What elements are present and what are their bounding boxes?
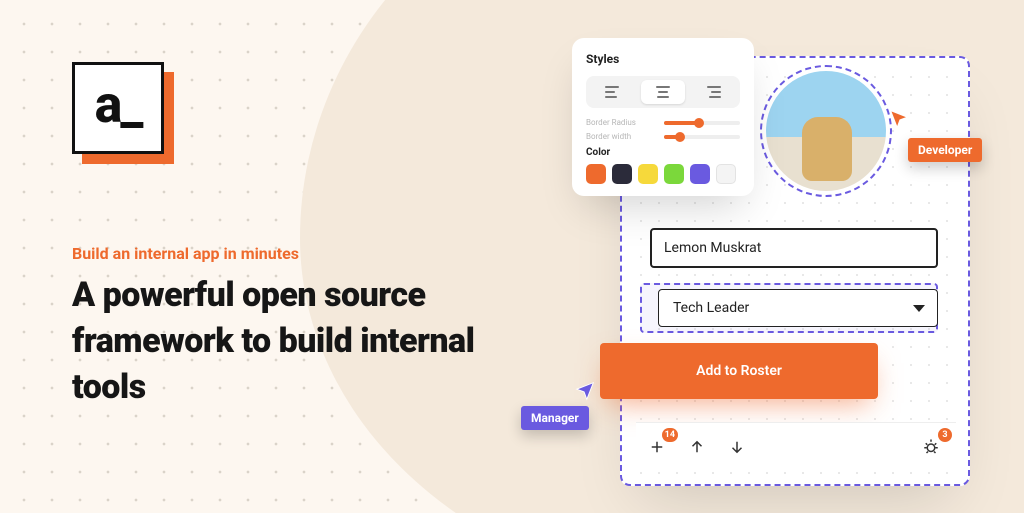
hero-eyebrow: Build an internal app in minutes [72,244,552,263]
logo: a_ [72,62,164,154]
swatch-4[interactable] [690,164,710,184]
border-radius-label: Border Radius [586,118,636,127]
text-align-group [586,76,740,108]
bug-count-badge: 3 [938,428,952,442]
border-width-slider[interactable] [664,135,740,139]
name-input-value: Lemon Muskrat [664,240,761,256]
avatar [766,71,886,191]
cursor-icon [574,380,596,402]
role-select-value: Tech Leader [673,300,749,316]
arrow-up-icon [688,438,706,456]
manager-label: Manager [521,406,589,430]
role-select[interactable]: Tech Leader [658,289,938,327]
hero-headline: A powerful open source framework to buil… [72,273,552,411]
bug-icon [922,438,940,456]
border-width-label: Border width [586,132,631,141]
hero: Build an internal app in minutes A power… [72,244,552,411]
swatch-1[interactable] [612,164,632,184]
chevron-down-icon [913,305,925,312]
swatch-2[interactable] [638,164,658,184]
styles-panel-title: Styles [586,52,740,66]
developer-label: Developer [908,138,982,162]
manager-cursor [574,380,596,402]
styles-panel: Styles Border Radius Border width Color [572,38,754,196]
debug-button[interactable]: 3 [918,434,944,460]
add-to-roster-label: Add to Roster [696,363,782,379]
logo-box: a_ [72,62,164,154]
align-right-button[interactable] [691,80,736,104]
swatch-5[interactable] [716,164,736,184]
cursor-icon [888,108,910,130]
name-input[interactable]: Lemon Muskrat [650,228,938,268]
align-left-button[interactable] [590,80,635,104]
comment-count-badge: 14 [662,428,678,442]
swatch-3[interactable] [664,164,684,184]
plus-icon [648,438,666,456]
add-to-roster-button[interactable]: Add to Roster [600,343,878,399]
border-radius-slider[interactable] [664,121,740,125]
move-up-button[interactable] [684,434,710,460]
add-button[interactable]: 14 [644,434,670,460]
swatch-0[interactable] [586,164,606,184]
bottom-toolbar: 14 3 [636,422,956,470]
color-label: Color [586,147,740,158]
color-swatches [586,164,740,184]
align-center-button[interactable] [641,80,686,104]
logo-text: a_ [95,74,142,135]
developer-cursor [888,108,910,130]
move-down-button[interactable] [724,434,750,460]
avatar-selection[interactable] [760,65,892,197]
arrow-down-icon [728,438,746,456]
